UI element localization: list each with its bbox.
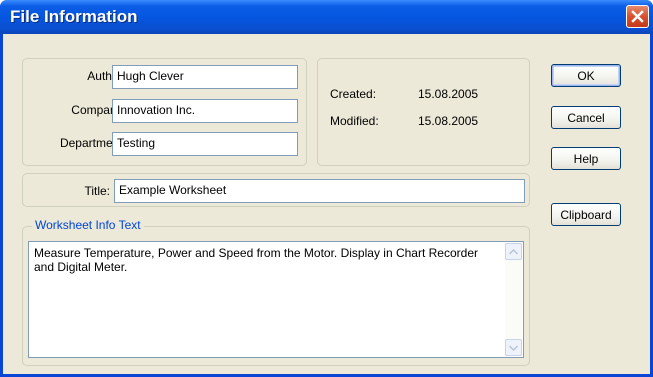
title-field[interactable]: Example Worksheet — [114, 179, 525, 203]
info-text-area[interactable]: Measure Temperature, Power and Speed fro… — [28, 241, 524, 358]
created-label: Created: — [330, 87, 377, 101]
created-value: 15.08.2005 — [418, 87, 479, 101]
scroll-down-button[interactable] — [505, 339, 522, 356]
file-information-dialog: File Information Author: Hugh Clever Com… — [0, 0, 653, 377]
title-group: Title: Example Worksheet — [22, 173, 530, 207]
info-text-group: Worksheet Info Text Measure Temperature,… — [22, 218, 530, 366]
dialog-body: Author: Hugh Clever Company: Innovation … — [3, 34, 650, 374]
company-field[interactable]: Innovation Inc. — [112, 99, 298, 123]
close-button[interactable] — [626, 5, 649, 28]
dialog-title: File Information — [10, 7, 138, 26]
title-bar[interactable]: File Information — [0, 0, 653, 34]
modified-label: Modified: — [330, 114, 379, 128]
scroll-up-button[interactable] — [505, 243, 522, 260]
scroll-up-icon — [509, 248, 518, 255]
department-field[interactable]: Testing — [112, 132, 298, 156]
info-text-content: Measure Temperature, Power and Speed fro… — [34, 246, 478, 274]
modified-value: 15.08.2005 — [418, 114, 479, 128]
dates-group: Created: 15.08.2005 Modified: 15.08.2005 — [317, 58, 530, 166]
author-group: Author: Hugh Clever Company: Innovation … — [22, 58, 307, 166]
info-text-legend: Worksheet Info Text — [32, 218, 144, 232]
scroll-down-icon — [509, 344, 518, 351]
cancel-button[interactable]: Cancel — [551, 106, 621, 129]
clipboard-button[interactable]: Clipboard — [551, 203, 621, 226]
vertical-scrollbar[interactable] — [505, 243, 522, 356]
ok-button[interactable]: OK — [551, 64, 621, 87]
author-field[interactable]: Hugh Clever — [112, 65, 298, 89]
title-label: Title: — [84, 184, 110, 198]
close-icon — [631, 10, 644, 23]
help-button[interactable]: Help — [551, 147, 621, 170]
